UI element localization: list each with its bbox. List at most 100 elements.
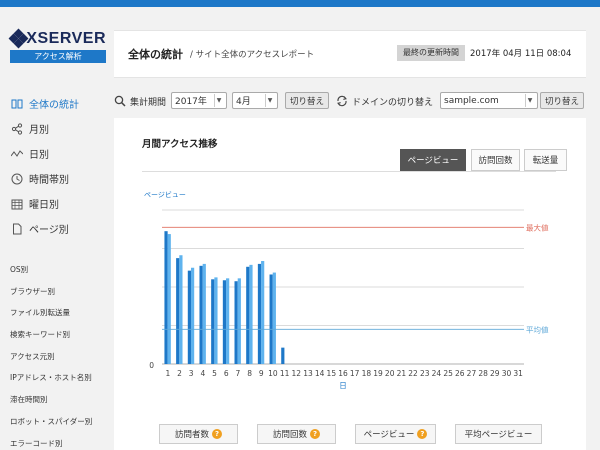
bar[interactable] bbox=[257, 263, 262, 364]
bar[interactable] bbox=[167, 234, 171, 364]
x-tick-label: 23 bbox=[420, 369, 430, 378]
sidebar-item-daily[interactable]: 日別 bbox=[0, 141, 114, 166]
domain-label: ドメインの切り替え bbox=[352, 97, 434, 108]
help-icon[interactable]: ? bbox=[310, 429, 320, 439]
sidebar-item-label: 日別 bbox=[29, 150, 49, 161]
reference-line-label: 最大値 bbox=[526, 222, 549, 232]
xserver-logo-icon bbox=[8, 28, 29, 49]
logo[interactable]: XSERVER アクセス解析 bbox=[8, 28, 106, 63]
x-tick-label: 18 bbox=[362, 369, 372, 378]
x-tick-label: 24 bbox=[432, 369, 442, 378]
sidebar-item-ip-host[interactable]: IPアドレス・ホスト名別 bbox=[0, 367, 114, 389]
x-tick-label: 10 bbox=[268, 369, 278, 378]
x-tick-label: 27 bbox=[467, 369, 477, 378]
bar[interactable] bbox=[202, 263, 206, 364]
bar[interactable] bbox=[222, 280, 227, 364]
summary-avg-pageview-button[interactable]: 平均ページビュー bbox=[455, 424, 542, 444]
bar[interactable] bbox=[190, 267, 195, 364]
help-icon[interactable]: ? bbox=[212, 429, 222, 439]
sidebar-item-label: 時間帯別 bbox=[29, 175, 69, 186]
domain-select[interactable]: sample.com ▼ bbox=[440, 92, 538, 109]
sidebar-item-page[interactable]: ページ別 bbox=[0, 216, 114, 241]
period-switch-button[interactable]: 切り替え bbox=[285, 92, 330, 109]
sidebar-item-referrer[interactable]: アクセス元別 bbox=[0, 346, 114, 368]
x-tick-label: 25 bbox=[443, 369, 453, 378]
x-tick-label: 3 bbox=[189, 369, 194, 378]
x-tick-label: 16 bbox=[338, 369, 348, 378]
refresh-icon bbox=[336, 95, 350, 107]
sidebar-item-browser[interactable]: ブラウザー別 bbox=[0, 281, 114, 303]
sidebar-item-robot[interactable]: ロボット・スパイダー別 bbox=[0, 411, 114, 433]
last-updated-value: 2017年 04月 11日 08:04 bbox=[470, 49, 572, 59]
x-tick-label: 7 bbox=[236, 369, 241, 378]
sidebar-item-label: ページ別 bbox=[29, 225, 69, 236]
bar[interactable] bbox=[187, 270, 191, 364]
sidebar-item-hourly[interactable]: 時間帯別 bbox=[0, 166, 114, 191]
bar[interactable] bbox=[179, 255, 183, 364]
bar[interactable] bbox=[211, 279, 215, 364]
chevron-down-icon: ▼ bbox=[525, 94, 534, 107]
document-icon bbox=[10, 223, 24, 235]
bar[interactable] bbox=[176, 258, 180, 364]
sidebar-item-monthly[interactable]: 月別 bbox=[0, 116, 114, 141]
x-tick-label: 1 bbox=[165, 369, 170, 378]
page-title: 全体の統計 bbox=[128, 48, 183, 61]
bar[interactable] bbox=[214, 277, 218, 364]
sidebar-item-keyword[interactable]: 検索キーワード別 bbox=[0, 324, 114, 346]
period-group: 集計期間 bbox=[114, 92, 166, 110]
year-value: 2017年 bbox=[175, 97, 207, 107]
summary-pageview-button[interactable]: ページビュー? bbox=[355, 424, 436, 444]
sidebar-item-weekday[interactable]: 曜日別 bbox=[0, 191, 114, 216]
x-tick-label: 26 bbox=[455, 369, 465, 378]
period-label: 集計期間 bbox=[130, 97, 167, 108]
pageview-bar-chart: ページビュー 最大値平均値 1 2 3 4 5 6 7 8 9 10 11 12 13 14 15 16 17 1… bbox=[144, 190, 549, 390]
clock-icon bbox=[10, 173, 24, 185]
sidebar-nav: 全体の統計 月別 日別 時間帯別 曜日別 ページ別 bbox=[0, 91, 114, 241]
domain-group: ドメインの切り替え bbox=[336, 92, 433, 110]
x-tick-label: 29 bbox=[490, 369, 500, 378]
summary-visitors-button[interactable]: 訪問者数? bbox=[159, 424, 238, 444]
bar[interactable] bbox=[237, 278, 241, 364]
bar[interactable] bbox=[269, 274, 273, 364]
bar[interactable] bbox=[199, 265, 203, 364]
bar[interactable] bbox=[164, 231, 168, 364]
domain-value: sample.com bbox=[444, 95, 499, 106]
summary-visits-button[interactable]: 訪問回数? bbox=[257, 424, 336, 444]
domain-switch-button[interactable]: 切り替え bbox=[540, 92, 585, 109]
month-select[interactable]: 4月 ▼ bbox=[232, 92, 278, 109]
page-subtitle: / サイト全体のアクセスレポート bbox=[190, 50, 315, 60]
bar[interactable] bbox=[249, 264, 253, 364]
year-select[interactable]: 2017年 ▼ bbox=[171, 92, 227, 109]
sidebar-item-error-code[interactable]: エラーコード別 bbox=[0, 433, 114, 450]
brand-badge: アクセス解析 bbox=[10, 50, 106, 63]
chevron-down-icon: ▼ bbox=[265, 94, 274, 107]
sidebar-item-file-transfer[interactable]: ファイル別転送量 bbox=[0, 302, 114, 324]
bar[interactable] bbox=[261, 261, 265, 364]
bar[interactable] bbox=[281, 347, 285, 364]
x-tick-label: 6 bbox=[224, 369, 229, 378]
sidebar-item-label: 全体の統計 bbox=[29, 100, 79, 111]
sidebar-item-duration[interactable]: 滞在時間別 bbox=[0, 389, 114, 411]
x-tick-label: 22 bbox=[408, 369, 418, 378]
chart-bars bbox=[164, 231, 285, 364]
sidebar-sub-nav: OS別 ブラウザー別 ファイル別転送量 検索キーワード別 アクセス元別 IPアド… bbox=[0, 259, 114, 450]
month-value: 4月 bbox=[236, 97, 251, 107]
x-axis-label: 日 bbox=[339, 381, 347, 390]
x-tick-label: 5 bbox=[212, 369, 217, 378]
bar[interactable] bbox=[272, 272, 276, 364]
y-tick-zero: 0 bbox=[149, 361, 154, 370]
brand-name: XSERVER bbox=[26, 30, 106, 47]
help-icon[interactable]: ? bbox=[417, 429, 428, 439]
sidebar-item-label: 曜日別 bbox=[29, 200, 59, 211]
reference-line-label: 平均値 bbox=[526, 324, 549, 334]
x-tick-label: 15 bbox=[327, 369, 337, 378]
x-tick-label: 4 bbox=[200, 369, 205, 378]
bar[interactable] bbox=[246, 266, 250, 364]
sidebar-item-os[interactable]: OS別 bbox=[0, 259, 114, 281]
bar[interactable] bbox=[226, 278, 230, 364]
calendar-icon bbox=[10, 198, 24, 210]
bar[interactable] bbox=[234, 281, 238, 364]
sidebar-item-summary[interactable]: 全体の統計 bbox=[0, 91, 114, 116]
share-icon bbox=[10, 122, 24, 135]
reference-lines: 最大値平均値 bbox=[162, 222, 549, 334]
